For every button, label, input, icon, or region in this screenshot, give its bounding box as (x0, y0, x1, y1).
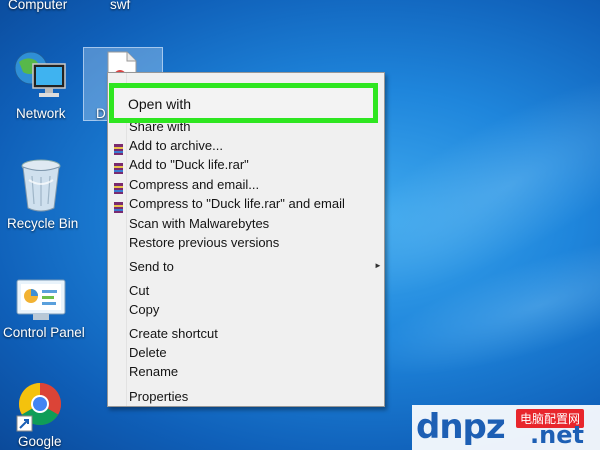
winrar-icon (114, 142, 123, 155)
menu-item-add-to-archive[interactable]: Add to archive... (129, 138, 223, 153)
menu-item-open-with-label: Open with (128, 96, 192, 112)
recycle-bin-label[interactable]: Recycle Bin (7, 216, 78, 231)
winrar-icon (114, 181, 123, 194)
menu-item-add-to-rar[interactable]: Add to "Duck life.rar" (129, 157, 249, 172)
menu-item-create-shortcut[interactable]: Create shortcut (129, 326, 218, 341)
menu-item-cut[interactable]: Cut (129, 283, 149, 298)
winrar-icon (114, 200, 123, 213)
watermark-logo: dnpz 电脑配置网 .net (412, 405, 600, 450)
file-label[interactable]: D (96, 106, 106, 121)
watermark-brand: dnpz (416, 407, 506, 447)
computer-label[interactable]: Computer (8, 0, 67, 12)
control-panel-label[interactable]: Control Panel (3, 325, 85, 340)
menu-item-copy[interactable]: Copy (129, 302, 159, 317)
menu-item-compress-to-rar-email[interactable]: Compress to "Duck life.rar" and email (129, 196, 345, 211)
network-label[interactable]: Network (16, 106, 66, 121)
menu-item-compress-and-email[interactable]: Compress and email... (129, 177, 259, 192)
recycle-bin-icon[interactable] (20, 158, 62, 213)
swf-label[interactable]: swf (110, 0, 130, 12)
menu-item-properties[interactable]: Properties (129, 389, 188, 404)
network-icon[interactable] (13, 48, 69, 102)
chrome-icon[interactable] (16, 378, 62, 434)
menu-item-scan-malwarebytes[interactable]: Scan with Malwarebytes (129, 216, 269, 231)
menu-item-open-with[interactable]: Open with (109, 83, 378, 123)
submenu-arrow-icon: ► (374, 261, 382, 270)
menu-item-restore-previous-versions[interactable]: Restore previous versions (129, 235, 279, 250)
menu-item-delete[interactable]: Delete (129, 345, 167, 360)
winrar-icon (114, 161, 123, 174)
control-panel-icon[interactable] (15, 278, 67, 324)
menu-item-send-to[interactable]: Send to (129, 259, 174, 274)
menu-item-rename[interactable]: Rename (129, 364, 178, 379)
google-label[interactable]: Google (18, 434, 62, 449)
watermark-tld: .net (530, 421, 584, 449)
